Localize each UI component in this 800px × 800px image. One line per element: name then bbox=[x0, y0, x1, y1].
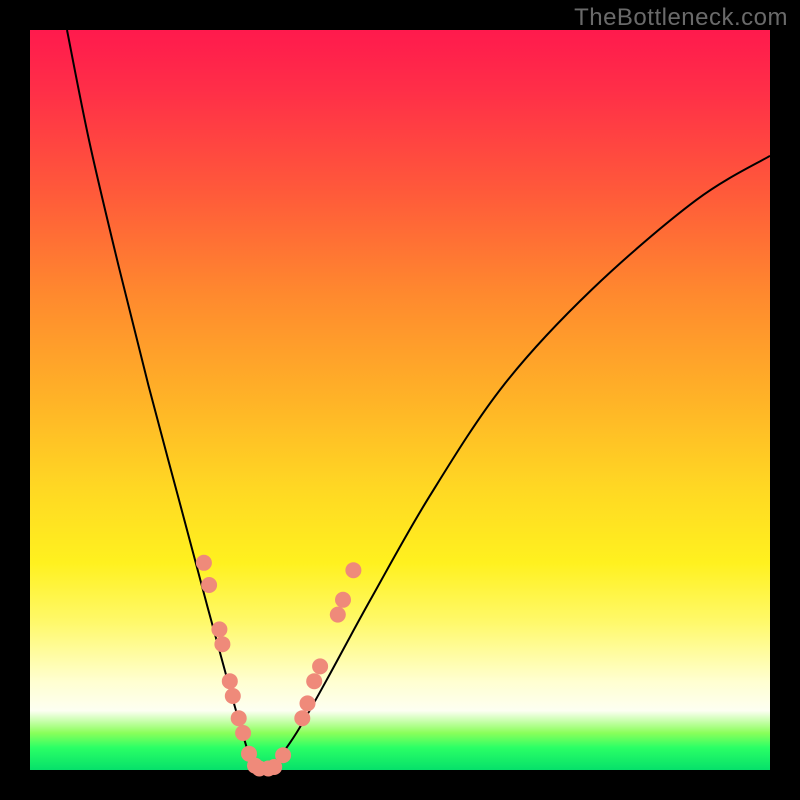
data-marker bbox=[231, 710, 247, 726]
marker-group bbox=[196, 555, 362, 777]
data-marker bbox=[196, 555, 212, 571]
chart-canvas: TheBottleneck.com bbox=[0, 0, 800, 800]
data-marker bbox=[330, 607, 346, 623]
data-marker bbox=[300, 695, 316, 711]
plot-area bbox=[30, 30, 770, 770]
watermark-text: TheBottleneck.com bbox=[574, 4, 788, 32]
data-marker bbox=[312, 658, 328, 674]
data-marker bbox=[222, 673, 238, 689]
data-marker bbox=[214, 636, 230, 652]
curve-right-branch bbox=[259, 156, 770, 770]
data-marker bbox=[235, 725, 251, 741]
data-marker bbox=[294, 710, 310, 726]
data-marker bbox=[225, 688, 241, 704]
data-marker bbox=[211, 621, 227, 637]
curve-left-branch bbox=[67, 30, 259, 770]
data-marker bbox=[345, 562, 361, 578]
data-marker bbox=[335, 592, 351, 608]
data-marker bbox=[306, 673, 322, 689]
data-marker bbox=[201, 577, 217, 593]
chart-svg bbox=[30, 30, 770, 770]
data-marker bbox=[275, 747, 291, 763]
